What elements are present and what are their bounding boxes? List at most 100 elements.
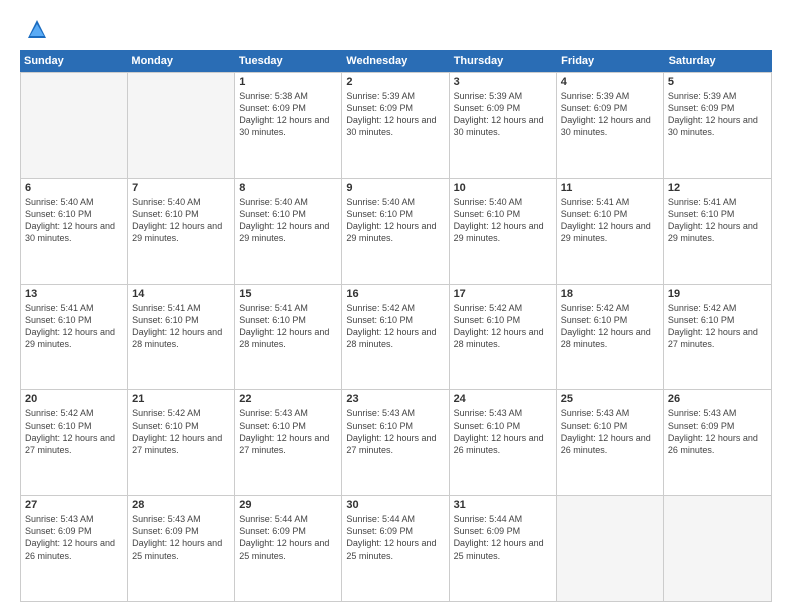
cell-day: 2 <box>346 76 444 88</box>
cell-detail: Sunrise: 5:44 AMSunset: 6:09 PMDaylight:… <box>239 513 337 562</box>
calendar-cell: 11Sunrise: 5:41 AMSunset: 6:10 PMDayligh… <box>557 179 664 284</box>
cell-day: 28 <box>132 499 230 511</box>
cell-detail: Sunrise: 5:39 AMSunset: 6:09 PMDaylight:… <box>346 90 444 139</box>
calendar-row: 6 Sunrise: 5:40 AMSunset: 6:10 PMDaylight… <box>21 179 771 285</box>
cell-detail: Sunrise: 5:40 AMSunset: 6:10 PMDaylight:… <box>454 196 552 245</box>
cell-day: 8 <box>239 182 337 194</box>
cell-detail: Sunrise: 5:40 AMSunset: 6:10 PMDaylight:… <box>346 196 444 245</box>
cell-day: 23 <box>346 393 444 405</box>
cell-detail: Sunrise: 5:42 AMSunset: 6:10 PMDaylight:… <box>454 302 552 351</box>
cell-detail: Sunrise: 5:39 AMSunset: 6:09 PMDaylight:… <box>668 90 767 139</box>
cell-day: 4 <box>561 76 659 88</box>
calendar-cell: 31Sunrise: 5:44 AMSunset: 6:09 PMDayligh… <box>450 496 557 601</box>
calendar-cell <box>664 496 771 601</box>
weekday-header: Saturday <box>665 50 772 72</box>
cell-detail: Sunrise: 5:40 AMSunset: 6:10 PMDaylight:… <box>25 196 123 245</box>
cell-detail: Sunrise: 5:42 AMSunset: 6:10 PMDaylight:… <box>346 302 444 351</box>
calendar-cell: 15 Sunrise: 5:41 AMSunset: 6:10 PMDayligh… <box>235 285 342 390</box>
weekday-header: Tuesday <box>235 50 342 72</box>
cell-detail: Sunrise: 5:40 AMSunset: 6:10 PMDaylight:… <box>239 196 337 245</box>
calendar-cell: 16 Sunrise: 5:42 AMSunset: 6:10 PMDayligh… <box>342 285 449 390</box>
cell-day: 15 <box>239 288 337 300</box>
calendar-row: 1Sunrise: 5:38 AMSunset: 6:09 PMDaylight… <box>21 72 771 179</box>
calendar-row: 20 Sunrise: 5:42 AMSunset: 6:10 PMDayligh… <box>21 390 771 496</box>
calendar-cell: 18 Sunrise: 5:42 AMSunset: 6:10 PMDayligh… <box>557 285 664 390</box>
cell-day: 17 <box>454 288 552 300</box>
calendar-cell: 13 Sunrise: 5:41 AMSunset: 6:10 PMDayligh… <box>21 285 128 390</box>
header <box>20 18 772 40</box>
weekday-header: Thursday <box>450 50 557 72</box>
cell-detail: Sunrise: 5:43 AMSunset: 6:10 PMDaylight:… <box>346 407 444 456</box>
calendar-cell: 8 Sunrise: 5:40 AMSunset: 6:10 PMDaylight… <box>235 179 342 284</box>
weekday-header: Friday <box>557 50 664 72</box>
cell-day: 7 <box>132 182 230 194</box>
cell-detail: Sunrise: 5:42 AMSunset: 6:10 PMDaylight:… <box>132 407 230 456</box>
calendar-cell: 20Sunrise: 5:42 AMSunset: 6:10 PMDayligh… <box>21 390 128 495</box>
cell-day: 26 <box>668 393 767 405</box>
cell-detail: Sunrise: 5:43 AMSunset: 6:10 PMDaylight:… <box>239 407 337 456</box>
calendar-cell <box>557 496 664 601</box>
calendar-cell: 6 Sunrise: 5:40 AMSunset: 6:10 PMDaylight… <box>21 179 128 284</box>
cell-day: 13 <box>25 288 123 300</box>
cell-detail: Sunrise: 5:44 AMSunset: 6:09 PMDaylight:… <box>454 513 552 562</box>
calendar-row: 13 Sunrise: 5:41 AMSunset: 6:10 PMDayligh… <box>21 285 771 391</box>
calendar-cell: 21 Sunrise: 5:42 AMSunset: 6:10 PMDayligh… <box>128 390 235 495</box>
cell-day: 24 <box>454 393 552 405</box>
cell-detail: Sunrise: 5:44 AMSunset: 6:09 PMDaylight:… <box>346 513 444 562</box>
cell-day: 21 <box>132 393 230 405</box>
cell-day: 25 <box>561 393 659 405</box>
calendar-row: 27 Sunrise: 5:43 AMSunset: 6:09 PMDayligh… <box>21 496 771 602</box>
cell-day: 16 <box>346 288 444 300</box>
cell-detail: Sunrise: 5:43 AMSunset: 6:09 PMDaylight:… <box>132 513 230 562</box>
calendar-cell: 17 Sunrise: 5:42 AMSunset: 6:10 PMDayligh… <box>450 285 557 390</box>
calendar-cell: 10 Sunrise: 5:40 AMSunset: 6:10 PMDayligh… <box>450 179 557 284</box>
cell-detail: Sunrise: 5:42 AMSunset: 6:10 PMDaylight:… <box>561 302 659 351</box>
cell-day: 18 <box>561 288 659 300</box>
calendar-cell: 2 Sunrise: 5:39 AMSunset: 6:09 PMDaylight… <box>342 73 449 178</box>
calendar-cell: 27 Sunrise: 5:43 AMSunset: 6:09 PMDayligh… <box>21 496 128 601</box>
cell-detail: Sunrise: 5:39 AMSunset: 6:09 PMDaylight:… <box>454 90 552 139</box>
logo-icon <box>26 18 48 40</box>
calendar-cell: 30 Sunrise: 5:44 AMSunset: 6:09 PMDayligh… <box>342 496 449 601</box>
page: SundayMondayTuesdayWednesdayThursdayFrid… <box>0 0 792 612</box>
calendar-cell <box>21 73 128 178</box>
cell-detail: Sunrise: 5:43 AMSunset: 6:10 PMDaylight:… <box>561 407 659 456</box>
cell-detail: Sunrise: 5:40 AMSunset: 6:10 PMDaylight:… <box>132 196 230 245</box>
cell-detail: Sunrise: 5:42 AMSunset: 6:10 PMDaylight:… <box>668 302 767 351</box>
calendar-cell: 23 Sunrise: 5:43 AMSunset: 6:10 PMDayligh… <box>342 390 449 495</box>
cell-day: 30 <box>346 499 444 511</box>
cell-detail: Sunrise: 5:39 AMSunset: 6:09 PMDaylight:… <box>561 90 659 139</box>
calendar-cell: 12 Sunrise: 5:41 AMSunset: 6:10 PMDayligh… <box>664 179 771 284</box>
cell-detail: Sunrise: 5:41 AMSunset: 6:10 PMDaylight:… <box>668 196 767 245</box>
calendar-header: SundayMondayTuesdayWednesdayThursdayFrid… <box>20 50 772 72</box>
cell-day: 14 <box>132 288 230 300</box>
cell-day: 22 <box>239 393 337 405</box>
calendar-cell: 19 Sunrise: 5:42 AMSunset: 6:10 PMDayligh… <box>664 285 771 390</box>
cell-day: 1 <box>239 76 337 88</box>
calendar-cell: 3 Sunrise: 5:39 AMSunset: 6:09 PMDaylight… <box>450 73 557 178</box>
cell-day: 9 <box>346 182 444 194</box>
cell-detail: Sunrise: 5:41 AMSunset: 6:10 PMDaylight:… <box>561 196 659 245</box>
calendar-cell: 5 Sunrise: 5:39 AMSunset: 6:09 PMDaylight… <box>664 73 771 178</box>
cell-detail: Sunrise: 5:41 AMSunset: 6:10 PMDaylight:… <box>132 302 230 351</box>
cell-detail: Sunrise: 5:41 AMSunset: 6:10 PMDaylight:… <box>239 302 337 351</box>
cell-day: 27 <box>25 499 123 511</box>
calendar-cell: 28 Sunrise: 5:43 AMSunset: 6:09 PMDayligh… <box>128 496 235 601</box>
cell-detail: Sunrise: 5:41 AMSunset: 6:10 PMDaylight:… <box>25 302 123 351</box>
cell-detail: Sunrise: 5:43 AMSunset: 6:09 PMDaylight:… <box>668 407 767 456</box>
cell-day: 19 <box>668 288 767 300</box>
cell-day: 3 <box>454 76 552 88</box>
cell-detail: Sunrise: 5:43 AMSunset: 6:09 PMDaylight:… <box>25 513 123 562</box>
cell-day: 5 <box>668 76 767 88</box>
calendar-cell: 26 Sunrise: 5:43 AMSunset: 6:09 PMDayligh… <box>664 390 771 495</box>
cell-day: 12 <box>668 182 767 194</box>
cell-day: 20 <box>25 393 123 405</box>
calendar-cell <box>128 73 235 178</box>
cell-day: 10 <box>454 182 552 194</box>
calendar-cell: 14 Sunrise: 5:41 AMSunset: 6:10 PMDayligh… <box>128 285 235 390</box>
calendar-body: 1Sunrise: 5:38 AMSunset: 6:09 PMDaylight… <box>20 72 772 602</box>
calendar-cell: 22 Sunrise: 5:43 AMSunset: 6:10 PMDayligh… <box>235 390 342 495</box>
calendar: SundayMondayTuesdayWednesdayThursdayFrid… <box>20 50 772 602</box>
calendar-cell: 9 Sunrise: 5:40 AMSunset: 6:10 PMDaylight… <box>342 179 449 284</box>
cell-day: 6 <box>25 182 123 194</box>
